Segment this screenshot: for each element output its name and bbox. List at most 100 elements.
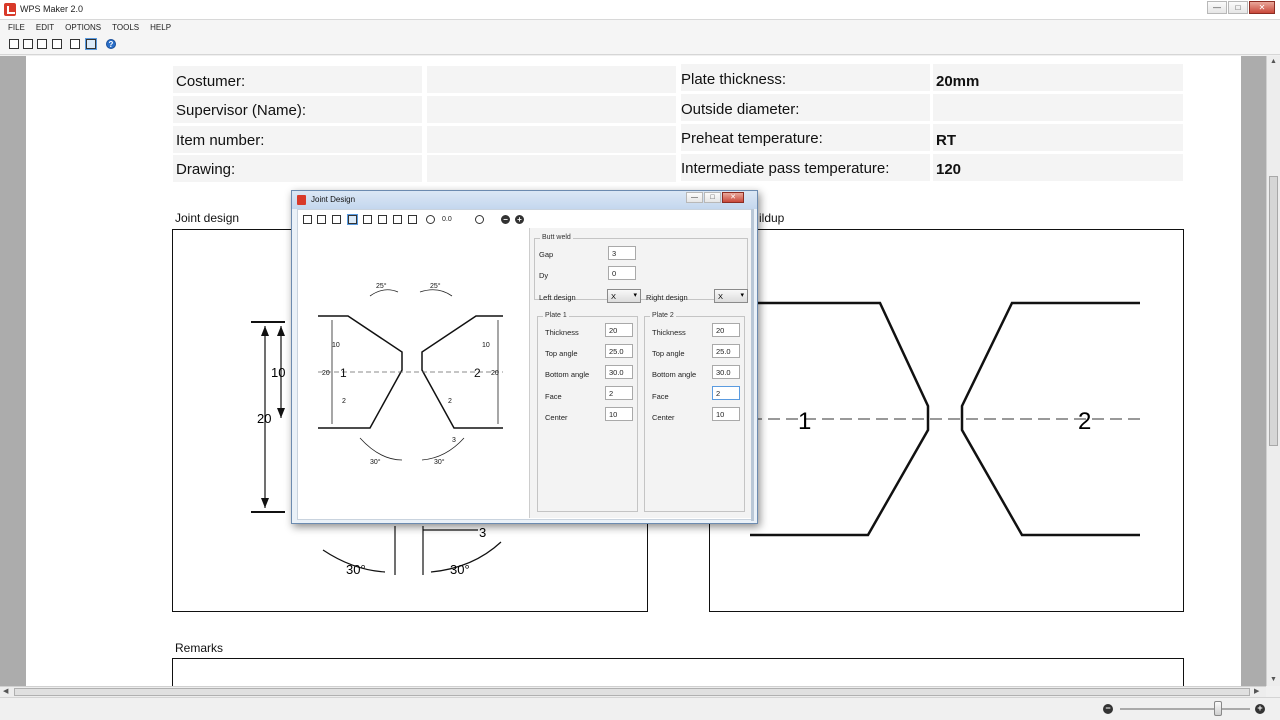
dy-input[interactable] bbox=[608, 266, 636, 280]
view-icon[interactable] bbox=[85, 38, 97, 50]
plate-2-top-angle-input[interactable] bbox=[712, 344, 740, 358]
preview-plate-2-number: 2 bbox=[474, 366, 481, 380]
joint-preview-drawing: 25° 25° 20 20 10 10 2 2 3 30° 30° 1 2 bbox=[318, 282, 503, 466]
lap-joint-icon[interactable] bbox=[393, 215, 402, 224]
plate-1-top-angle-input[interactable] bbox=[605, 344, 633, 358]
joint-design-label: Joint design bbox=[175, 211, 240, 225]
scroll-left-icon[interactable]: ◀ bbox=[3, 687, 8, 695]
header-cell bbox=[933, 94, 1183, 121]
help-icon[interactable]: ? bbox=[106, 39, 116, 49]
joint-type-icon[interactable] bbox=[347, 214, 358, 225]
left-design-select[interactable]: X bbox=[607, 289, 641, 303]
arrow-up bbox=[261, 326, 269, 336]
plate-2-bottom-angle-label: Bottom angle bbox=[652, 370, 697, 379]
vertical-scrollbar[interactable]: ▲ ▼ bbox=[1266, 56, 1280, 686]
header-cell bbox=[933, 154, 1183, 181]
dialog-minimize-button[interactable]: — bbox=[686, 192, 703, 203]
dialog-close-button[interactable]: ✕ bbox=[722, 192, 744, 203]
zoom-slider-track[interactable] bbox=[1120, 708, 1250, 710]
toolbar: ? bbox=[0, 35, 1280, 55]
dialog-save-icon[interactable] bbox=[317, 215, 326, 224]
plate-1-bottom-angle-input[interactable] bbox=[605, 365, 633, 379]
rotate-right-icon[interactable] bbox=[475, 215, 484, 224]
window-title: WPS Maker 2.0 bbox=[20, 4, 84, 14]
preheat-temperature-value[interactable]: RT bbox=[936, 132, 956, 149]
header-cell bbox=[427, 155, 676, 182]
right-design-label: Right design bbox=[646, 293, 688, 302]
minimize-button[interactable]: — bbox=[1207, 1, 1227, 14]
dy-label: Dy bbox=[539, 271, 549, 280]
preview-top-angle-right: 25° bbox=[430, 282, 441, 290]
close-button[interactable]: ✕ bbox=[1249, 1, 1275, 14]
dialog-title: Joint Design bbox=[311, 195, 356, 204]
plate-1-title: Plate 1 bbox=[543, 312, 569, 319]
preview-bottom-arc-right bbox=[421, 437, 465, 461]
right-design-select[interactable]: X bbox=[714, 289, 748, 303]
menu-edit[interactable]: EDIT bbox=[36, 20, 54, 35]
remarks-box[interactable] bbox=[172, 658, 1184, 686]
print-icon[interactable] bbox=[52, 39, 62, 49]
dim-10-text: 10 bbox=[271, 365, 285, 380]
plate-1-face-input[interactable] bbox=[605, 386, 633, 400]
zoom-out-icon[interactable]: − bbox=[501, 215, 510, 224]
plate-2-top-angle-label: Top angle bbox=[652, 349, 685, 358]
gap-text: 3 bbox=[479, 525, 486, 540]
menu-options[interactable]: OPTIONS bbox=[65, 20, 101, 35]
curve-joint-icon[interactable] bbox=[408, 215, 417, 224]
gap-label: Gap bbox=[539, 250, 554, 259]
dialog-maximize-button[interactable]: □ bbox=[704, 192, 721, 203]
plate-2-face-label: Face bbox=[652, 392, 669, 401]
scroll-right-icon[interactable]: ▶ bbox=[1254, 687, 1259, 695]
crop-icon[interactable] bbox=[70, 39, 80, 49]
preheat-temperature-label: Preheat temperature: bbox=[681, 130, 823, 147]
scroll-down-icon[interactable]: ▼ bbox=[1270, 676, 1277, 683]
menu-tools[interactable]: TOOLS bbox=[112, 20, 139, 35]
buildup-box[interactable]: 1 2 bbox=[709, 229, 1184, 612]
costumer-label: Costumer: bbox=[176, 73, 246, 90]
plate-2-center-input[interactable] bbox=[712, 407, 740, 421]
horizontal-scroll-thumb[interactable] bbox=[14, 688, 1250, 696]
plate-2-title: Plate 2 bbox=[650, 312, 676, 319]
preview-plate-1-number: 1 bbox=[340, 366, 347, 380]
horizontal-scrollbar[interactable]: ◀ ▶ bbox=[0, 686, 1266, 697]
dialog-title-bar[interactable]: Joint Design — □ ✕ bbox=[292, 191, 757, 209]
plate-1-thickness-input[interactable] bbox=[605, 323, 633, 337]
arrow-up bbox=[277, 326, 285, 336]
gap-input[interactable] bbox=[608, 246, 636, 260]
preview-face-right-text: 2 bbox=[448, 398, 452, 405]
plate-2-face-input[interactable] bbox=[712, 386, 740, 400]
x-joint-icon[interactable] bbox=[378, 215, 387, 224]
plate-2-bottom-angle-input[interactable] bbox=[712, 365, 740, 379]
maximize-button[interactable]: □ bbox=[1228, 1, 1248, 14]
menu-help[interactable]: HELP bbox=[150, 20, 171, 35]
vertical-scroll-thumb[interactable] bbox=[1269, 176, 1278, 446]
plate-2-thickness-input[interactable] bbox=[712, 323, 740, 337]
dim-20-text: 20 bbox=[257, 411, 271, 426]
plate-1-center-input[interactable] bbox=[605, 407, 633, 421]
zoom-in-button[interactable]: + bbox=[1255, 704, 1265, 714]
angle-left-text: 30° bbox=[346, 562, 366, 577]
plate-2-number: 2 bbox=[1078, 408, 1091, 435]
rotate-left-icon[interactable] bbox=[426, 215, 435, 224]
rotation-value: 0.0 bbox=[442, 216, 452, 223]
zoom-in-icon[interactable]: + bbox=[515, 215, 524, 224]
new-icon[interactable] bbox=[9, 39, 19, 49]
dialog-crop-icon[interactable] bbox=[332, 215, 341, 224]
dialog-scrollbar[interactable] bbox=[751, 209, 754, 521]
preview-face-left-text: 2 bbox=[342, 398, 346, 405]
save-icon[interactable] bbox=[37, 39, 47, 49]
zoom-out-button[interactable]: − bbox=[1103, 704, 1113, 714]
intermediate-pass-temperature-value[interactable]: 120 bbox=[936, 161, 961, 178]
plate-thickness-value[interactable]: 20mm bbox=[936, 73, 979, 90]
fillet-type-icon[interactable] bbox=[363, 215, 372, 224]
plate-1-top-angle-label: Top angle bbox=[545, 349, 578, 358]
arrow-down bbox=[261, 498, 269, 508]
zoom-slider-thumb[interactable] bbox=[1213, 701, 1222, 716]
dialog-open-icon[interactable] bbox=[303, 215, 312, 224]
left-design-label: Left design bbox=[539, 293, 576, 302]
open-icon[interactable] bbox=[23, 39, 33, 49]
menu-file[interactable]: FILE bbox=[8, 20, 25, 35]
scroll-up-icon[interactable]: ▲ bbox=[1270, 58, 1277, 65]
plate-2-thickness-label: Thickness bbox=[652, 328, 686, 337]
plate-1-face-label: Face bbox=[545, 392, 562, 401]
